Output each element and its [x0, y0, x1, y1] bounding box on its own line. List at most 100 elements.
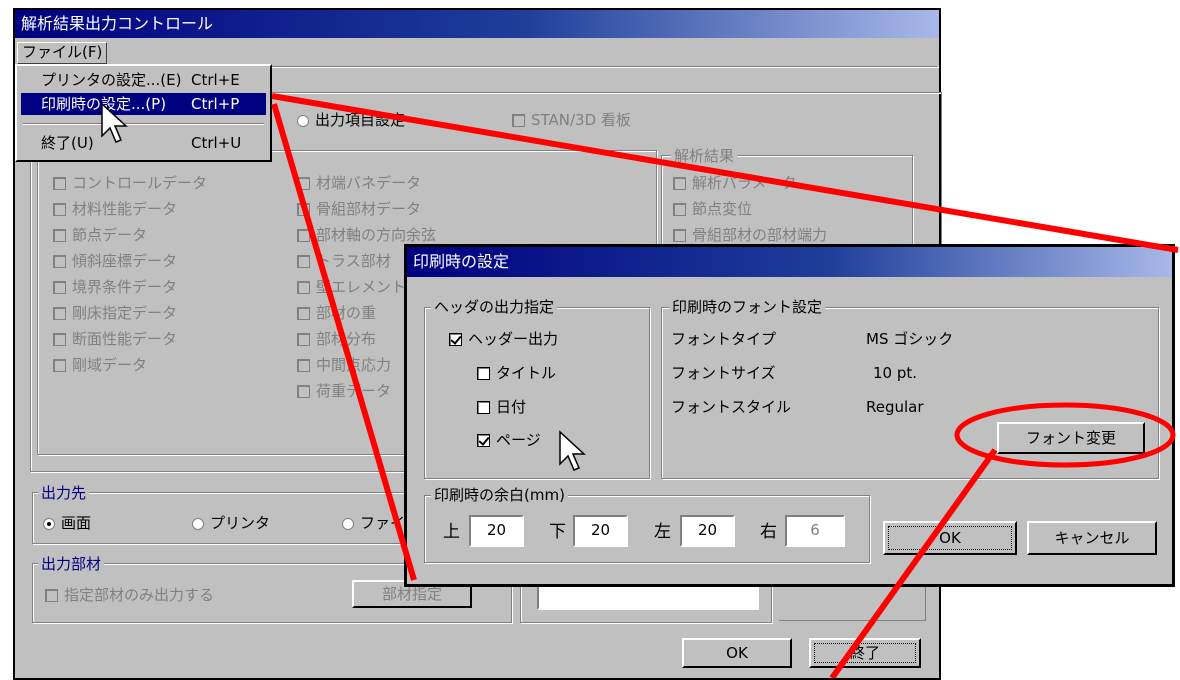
checkbox-indicator — [673, 177, 686, 190]
date-label: 日付 — [496, 398, 527, 416]
input-data-item-2-label: 壁エレメント — [316, 278, 407, 296]
checkbox-indicator — [673, 203, 686, 216]
input-data-item-checkbox[interactable]: 傾斜座標データ — [53, 251, 177, 271]
font-type-value: MS ゴシック — [866, 330, 954, 348]
stan3d-checkbox[interactable]: STAN/3D 看板 — [512, 110, 631, 130]
checkbox-indicator — [297, 307, 310, 320]
checkbox-indicator — [297, 255, 310, 268]
margin-top-label: 上 — [443, 522, 460, 542]
checkbox-indicator — [477, 401, 490, 414]
margin-top-input[interactable]: 20 — [469, 515, 524, 547]
dest-screen-label: 画面 — [61, 514, 92, 532]
main-exit-button[interactable]: 終了 — [809, 638, 921, 668]
input-data-item-label: 節点データ — [72, 226, 148, 244]
checkbox-indicator — [449, 333, 462, 346]
input-data-item-2-checkbox[interactable]: 部材軸の方向余弦 — [297, 225, 436, 245]
print-settings-dialog: 印刷時の設定 ヘッダの出力指定 ヘッダー出力 タイトル 日付 ページ 印刷時のフ… — [404, 244, 1175, 587]
font-change-button[interactable]: フォント変更 — [997, 422, 1145, 454]
input-data-item-checkbox[interactable]: 剛床指定データ — [53, 303, 177, 323]
menu-item-exit[interactable]: 終了(U) Ctrl+U — [21, 132, 266, 154]
input-data-item-checkbox[interactable]: 剛域データ — [53, 355, 147, 375]
input-data-item-2-checkbox[interactable]: 骨組部材データ — [297, 199, 421, 219]
title-label: タイトル — [496, 364, 557, 382]
input-data-item-2-label: 部材分布 — [316, 330, 377, 348]
checkbox-indicator — [297, 359, 310, 372]
dialog-title-bar: 印刷時の設定 — [407, 247, 1172, 277]
analysis-result-item-checkbox[interactable]: 節点変位 — [673, 199, 752, 219]
input-data-item-2-checkbox[interactable]: 材端バネデータ — [297, 173, 421, 193]
menubar: ファイル(F) — [17, 40, 937, 67]
font-size-value: 10 pt. — [873, 364, 918, 382]
checkbox-indicator — [477, 367, 490, 380]
input-data-item-checkbox[interactable]: 境界条件データ — [53, 277, 177, 297]
file-menu: プリンタの設定...(E) Ctrl+E 印刷時の設定...(P) Ctrl+P 終… — [15, 64, 272, 162]
input-data-item-2-checkbox[interactable]: 部材の重 — [297, 303, 376, 323]
checkbox-indicator — [297, 177, 310, 190]
analysis-result-item-checkbox[interactable]: 解析パラメータ — [673, 173, 797, 193]
input-data-item-2-checkbox[interactable]: 壁エレメント — [297, 277, 406, 297]
output-item-radio[interactable]: 出力項目設定 — [297, 110, 405, 130]
stan3d-label: STAN/3D 看板 — [531, 111, 631, 129]
main-ok-button[interactable]: OK — [682, 638, 792, 668]
menu-item-printer-setup-label: プリンタの設定...(E) — [41, 71, 182, 89]
menu-item-print-settings[interactable]: 印刷時の設定...(P) Ctrl+P — [21, 93, 266, 115]
date-checkbox[interactable]: 日付 — [477, 397, 526, 417]
font-style-label: フォントスタイル — [671, 398, 792, 416]
input-data-item-checkbox[interactable]: 断面性能データ — [53, 329, 177, 349]
member-only-label: 指定部材のみ出力する — [64, 586, 215, 604]
input-data-item-label: 傾斜座標データ — [72, 252, 178, 270]
radio-indicator — [43, 517, 55, 530]
dest-printer-label: プリンタ — [210, 514, 271, 532]
input-data-item-2-label: 中間点応力 — [316, 356, 392, 374]
radio-indicator — [192, 517, 204, 530]
title-checkbox[interactable]: タイトル — [477, 363, 556, 383]
input-data-item-2-checkbox[interactable]: トラス部材 — [297, 251, 391, 271]
input-data-item-2-label: 部材の重 — [316, 304, 377, 322]
header-output-checkbox[interactable]: ヘッダー出力 — [449, 329, 558, 349]
dialog-cancel-button[interactable]: キャンセル — [1027, 521, 1157, 555]
checkbox-indicator — [673, 229, 686, 242]
main-title: 解析結果出力コントロール — [21, 14, 214, 33]
menu-item-printer-setup[interactable]: プリンタの設定...(E) Ctrl+E — [21, 69, 266, 91]
menu-file[interactable]: ファイル(F) — [17, 42, 108, 64]
checkbox-indicator — [53, 229, 66, 242]
checkbox-indicator — [53, 333, 66, 346]
input-data-item-2-checkbox[interactable]: 荷重データ — [297, 381, 391, 401]
menu-item-print-settings-label: 印刷時の設定...(P) — [41, 95, 167, 113]
checkbox-indicator — [53, 307, 66, 320]
checkbox-indicator — [297, 333, 310, 346]
analysis-result-item-checkbox[interactable]: 骨組部材の部材端力 — [673, 225, 827, 245]
input-data-item-2-checkbox[interactable]: 部材分布 — [297, 329, 376, 349]
dest-screen-radio[interactable]: 画面 — [43, 513, 91, 533]
checkbox-indicator — [53, 177, 66, 190]
analysis-results-legend: 解析結果 — [671, 147, 738, 165]
checkbox-indicator — [512, 114, 525, 127]
input-data-item-2-checkbox[interactable]: 中間点応力 — [297, 355, 391, 375]
input-data-item-2-label: 骨組部材データ — [316, 200, 422, 218]
input-data-item-label: 断面性能データ — [72, 330, 178, 348]
input-data-item-2-label: 材端バネデータ — [316, 174, 422, 192]
header-output-legend: ヘッダの出力指定 — [431, 298, 558, 316]
radio-indicator — [342, 517, 354, 530]
dialog-ok-button[interactable]: OK — [883, 521, 1017, 555]
font-settings-legend: 印刷時のフォント設定 — [669, 298, 826, 316]
input-data-item-label: 剛域データ — [72, 356, 148, 374]
checkbox-indicator — [45, 589, 58, 602]
checkbox-indicator — [297, 281, 310, 294]
member-only-checkbox[interactable]: 指定部材のみ出力する — [45, 585, 214, 605]
margin-right-input[interactable]: 6 — [785, 515, 845, 547]
margin-left-input[interactable]: 20 — [680, 515, 735, 547]
checkbox-indicator — [53, 281, 66, 294]
input-data-item-checkbox[interactable]: 節点データ — [53, 225, 147, 245]
menu-item-exit-shortcut: Ctrl+U — [191, 134, 242, 152]
margin-bottom-input[interactable]: 20 — [573, 515, 628, 547]
input-data-item-checkbox[interactable]: 材料性能データ — [53, 199, 177, 219]
output-item-radio-label: 出力項目設定 — [315, 111, 406, 129]
page-checkbox[interactable]: ページ — [477, 430, 541, 450]
input-data-item-label: コントロールデータ — [72, 174, 208, 192]
page-label: ページ — [496, 431, 541, 449]
input-data-item-checkbox[interactable]: コントロールデータ — [53, 173, 207, 193]
input-data-item-label: 剛床指定データ — [72, 304, 178, 322]
dest-printer-radio[interactable]: プリンタ — [192, 513, 270, 533]
menu-item-exit-label: 終了(U) — [41, 134, 94, 152]
